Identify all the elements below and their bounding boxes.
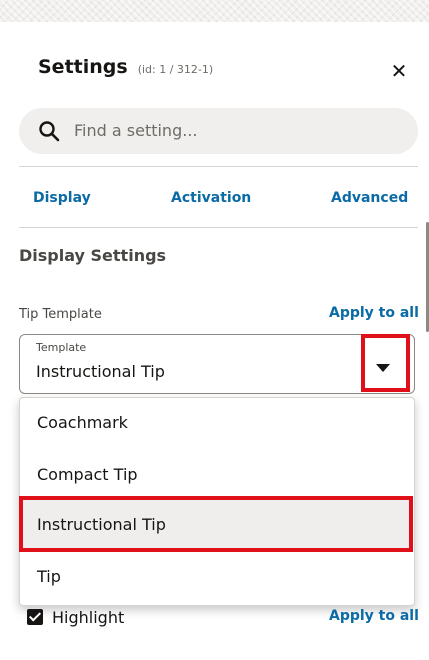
panel-id: (id: 1 / 312-1) bbox=[137, 63, 214, 76]
option-compact-tip[interactable]: Compact Tip bbox=[20, 450, 412, 502]
divider bbox=[19, 227, 418, 228]
dropdown-toggle-button[interactable] bbox=[361, 334, 410, 392]
chevron-down-icon bbox=[376, 364, 390, 372]
highlight-checkbox[interactable] bbox=[27, 609, 43, 625]
panel-title: Settings bbox=[38, 56, 128, 78]
option-label: Tip bbox=[37, 567, 61, 586]
tab-advanced[interactable]: Advanced bbox=[331, 190, 408, 206]
template-select-value: Instructional Tip bbox=[36, 362, 165, 381]
highlight-apply-all-link[interactable]: Apply to all bbox=[329, 608, 419, 624]
highlight-label: Highlight bbox=[52, 608, 125, 627]
tip-template-label: Tip Template bbox=[19, 307, 102, 322]
tab-activation[interactable]: Activation bbox=[171, 190, 251, 206]
option-label: Coachmark bbox=[37, 413, 128, 432]
option-label: Instructional Tip bbox=[37, 515, 166, 534]
panel-header: Settings (id: 1 / 312-1) bbox=[38, 56, 213, 78]
search-placeholder: Find a setting... bbox=[74, 121, 198, 140]
option-instructional-tip[interactable]: Instructional Tip bbox=[20, 500, 412, 552]
section-title: Display Settings bbox=[19, 246, 167, 265]
option-tip[interactable]: Tip bbox=[20, 552, 412, 604]
option-label: Compact Tip bbox=[37, 465, 138, 484]
search-icon bbox=[39, 121, 60, 142]
tip-template-apply-all-link[interactable]: Apply to all bbox=[329, 305, 419, 321]
close-icon[interactable]: ✕ bbox=[386, 60, 412, 86]
window-top-strip bbox=[0, 0, 429, 22]
template-select-label: Template bbox=[36, 341, 87, 354]
tab-display[interactable]: Display bbox=[33, 190, 91, 206]
option-coachmark[interactable]: Coachmark bbox=[20, 398, 412, 450]
divider bbox=[19, 166, 418, 167]
